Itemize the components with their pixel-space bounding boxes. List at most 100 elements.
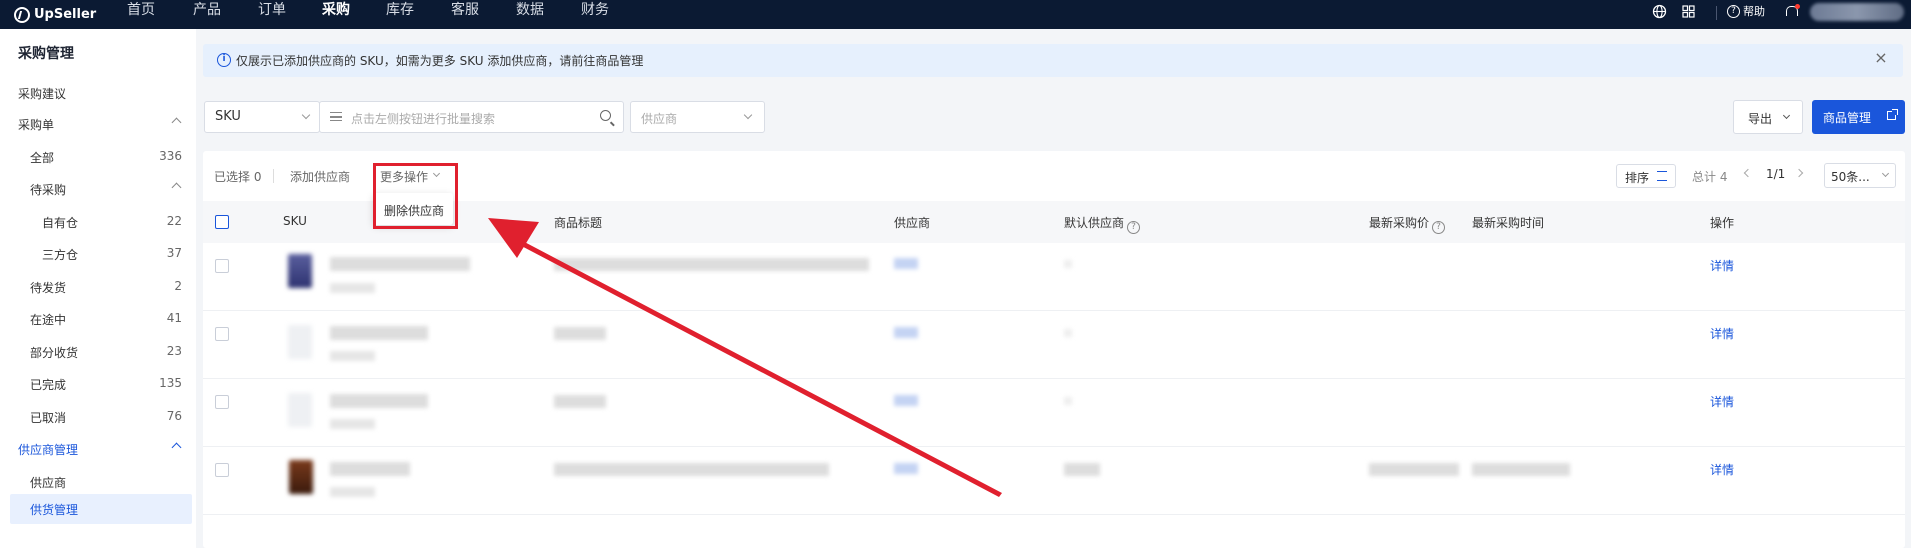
blurred-sku bbox=[330, 462, 410, 476]
top-nav: UpSeller 首页 产品 订单 采购 库存 客服 数据 财务 ? 帮助 bbox=[0, 0, 1911, 29]
blurred-supplier bbox=[894, 258, 918, 269]
nav-item-inventory[interactable]: 库存 bbox=[386, 0, 414, 29]
help-button[interactable]: ? 帮助 bbox=[1727, 3, 1765, 19]
sidebar-item-supply-management[interactable]: 供货管理 bbox=[10, 494, 192, 524]
blurred-latest-price bbox=[1369, 463, 1459, 476]
sidebar-item-label: 已取消 bbox=[30, 411, 67, 425]
column-header-supplier: 供应商 bbox=[894, 216, 931, 230]
sidebar-item-count: 22 bbox=[166, 214, 182, 228]
toolbar-divider bbox=[273, 169, 274, 183]
blurred-default-supplier bbox=[1064, 260, 1072, 268]
sidebar-item-own-warehouse[interactable]: 自有仓 22 bbox=[0, 208, 192, 238]
globe-icon[interactable] bbox=[1652, 4, 1667, 19]
sidebar-item-third-party-warehouse[interactable]: 三方仓 37 bbox=[0, 240, 192, 270]
export-button[interactable]: 导出 bbox=[1733, 100, 1803, 134]
detail-link[interactable]: 详情 bbox=[1710, 257, 1734, 274]
nav-item-products[interactable]: 产品 bbox=[193, 0, 221, 29]
sidebar-item-completed[interactable]: 已完成 135 bbox=[0, 370, 192, 400]
detail-link[interactable]: 详情 bbox=[1710, 393, 1734, 410]
nav-item-home[interactable]: 首页 bbox=[127, 0, 155, 29]
chevron-up-icon bbox=[171, 182, 182, 193]
chevron-up-icon bbox=[171, 117, 182, 128]
sidebar-item-label: 待发货 bbox=[30, 281, 67, 295]
sku-type-select[interactable]: SKU bbox=[204, 101, 320, 133]
table-row bbox=[203, 447, 1905, 515]
product-thumbnail bbox=[288, 393, 312, 427]
sidebar-item-partially-received[interactable]: 部分收货 23 bbox=[0, 338, 192, 368]
sidebar-item-label: 采购单 bbox=[18, 118, 55, 132]
row-checkbox[interactable] bbox=[215, 463, 229, 477]
table-row bbox=[203, 311, 1905, 379]
sidebar-item-count: 37 bbox=[166, 246, 182, 260]
column-header-title: 商品标题 bbox=[554, 216, 603, 230]
question-icon[interactable]: ? bbox=[1127, 221, 1141, 234]
supplier-select[interactable]: 供应商 bbox=[630, 101, 765, 133]
blurred-default-supplier bbox=[1064, 329, 1072, 337]
help-label: 帮助 bbox=[1743, 5, 1765, 18]
sidebar-item-in-transit[interactable]: 在途中 41 bbox=[0, 305, 192, 335]
blurred-supplier bbox=[894, 327, 918, 338]
sidebar-item-cancelled[interactable]: 已取消 76 bbox=[0, 403, 192, 433]
sort-icon bbox=[1657, 171, 1667, 181]
select-all-checkbox[interactable] bbox=[215, 215, 229, 229]
row-checkbox[interactable] bbox=[215, 327, 229, 341]
page-size-select[interactable]: 50条... bbox=[1824, 163, 1896, 188]
search-icon[interactable] bbox=[600, 110, 611, 121]
nav-item-data[interactable]: 数据 bbox=[516, 0, 544, 29]
nav-item-finance[interactable]: 财务 bbox=[581, 0, 609, 29]
page-indicator: 1/1 bbox=[1766, 167, 1786, 181]
nav-item-orders[interactable]: 订单 bbox=[258, 0, 286, 29]
batch-list-icon[interactable] bbox=[330, 112, 342, 121]
batch-search-input[interactable]: 点击左侧按钮进行批量搜索 bbox=[319, 101, 624, 133]
sidebar-item-pending-purchase[interactable]: 待采购 bbox=[0, 175, 192, 205]
sidebar-item-awaiting-shipment[interactable]: 待发货 2 bbox=[0, 273, 192, 303]
help-icon: ? bbox=[1727, 4, 1740, 18]
nav-item-service[interactable]: 客服 bbox=[451, 0, 479, 29]
notification-bell-icon[interactable] bbox=[1785, 4, 1800, 18]
sidebar-item-all[interactable]: 全部 336 bbox=[0, 143, 192, 173]
app-logo[interactable]: UpSeller bbox=[14, 5, 96, 24]
user-account-menu[interactable] bbox=[1810, 3, 1904, 21]
column-header-latest-price: 最新采购价? bbox=[1369, 214, 1446, 234]
info-banner-text: 仅展示已添加供应商的 SKU，如需为更多 SKU 添加供应商，请前往商品管理 bbox=[236, 54, 644, 68]
sidebar-item-label: 待采购 bbox=[30, 183, 67, 197]
product-thumbnail bbox=[288, 325, 312, 359]
column-header-sku: SKU bbox=[283, 214, 307, 228]
blurred-default-supplier bbox=[1064, 463, 1100, 476]
goods-management-button[interactable]: 商品管理 bbox=[1812, 100, 1905, 134]
search-placeholder: 点击左侧按钮进行批量搜索 bbox=[351, 112, 496, 126]
blurred-sku-sub bbox=[330, 351, 375, 361]
sort-button[interactable]: 排序 bbox=[1616, 164, 1676, 188]
blurred-default-supplier bbox=[1064, 397, 1072, 405]
chevron-down-icon bbox=[743, 110, 753, 120]
row-checkbox[interactable] bbox=[215, 395, 229, 409]
product-thumbnail bbox=[288, 254, 312, 288]
column-header-latest-time: 最新采购时间 bbox=[1472, 216, 1545, 230]
goods-management-label: 商品管理 bbox=[1823, 111, 1872, 125]
close-icon[interactable]: × bbox=[1873, 50, 1889, 66]
add-supplier-button[interactable]: 添加供应商 bbox=[290, 168, 350, 185]
sidebar-title: 采购管理 bbox=[18, 46, 74, 62]
sidebar-item-purchase-orders[interactable]: 采购单 bbox=[0, 110, 192, 140]
blurred-latest-time bbox=[1472, 463, 1570, 476]
annotation-highlight-box bbox=[373, 163, 458, 229]
detail-link[interactable]: 详情 bbox=[1710, 461, 1734, 478]
apps-grid-icon[interactable] bbox=[1681, 4, 1696, 19]
nav-item-purchase[interactable]: 采购 bbox=[322, 0, 350, 29]
sidebar-item-count: 41 bbox=[166, 311, 182, 325]
row-checkbox[interactable] bbox=[215, 259, 229, 273]
sidebar-item-label: 三方仓 bbox=[42, 248, 79, 262]
sidebar-item-label: 供应商管理 bbox=[18, 443, 79, 457]
table-row bbox=[203, 379, 1905, 447]
question-icon[interactable]: ? bbox=[1432, 221, 1446, 234]
sidebar-item-supplier-management[interactable]: 供应商管理 bbox=[0, 435, 192, 465]
blurred-supplier bbox=[894, 395, 918, 406]
external-link-icon bbox=[1887, 109, 1898, 120]
info-icon: i bbox=[217, 53, 231, 67]
table-row bbox=[203, 243, 1905, 311]
detail-link[interactable]: 详情 bbox=[1710, 325, 1734, 342]
sidebar-item-label: 供货管理 bbox=[30, 503, 79, 517]
sidebar-item-purchase-suggestion[interactable]: 采购建议 bbox=[0, 79, 192, 109]
column-header-label: 最新采购价 bbox=[1369, 216, 1430, 230]
sidebar-item-label: 在途中 bbox=[30, 313, 67, 327]
